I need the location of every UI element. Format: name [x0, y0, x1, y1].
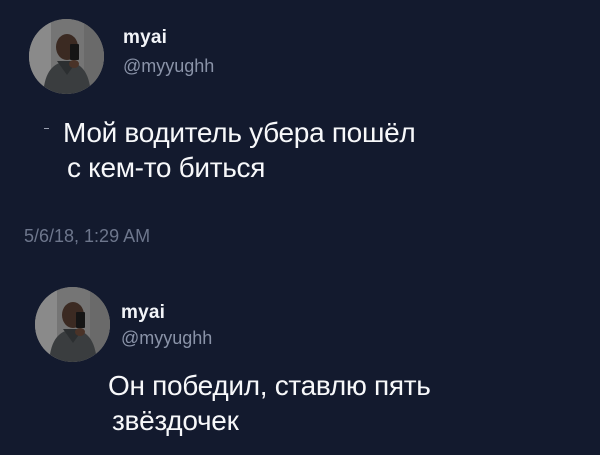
tweet-text-line: звёздочек: [112, 405, 239, 436]
display-name[interactable]: myai: [121, 302, 165, 324]
tweet-text-line: Мой водитель убера пошёл: [63, 117, 416, 148]
tweet-2: myai @myyughh Он победил, ставлю пять зв…: [0, 270, 600, 455]
avatar-photo: [35, 287, 110, 362]
text-mark: [44, 128, 49, 129]
tweet-timestamp[interactable]: 5/6/18, 1:29 AM: [24, 226, 150, 247]
tweet-text-line: с кем-то биться: [67, 152, 266, 183]
tweet-text-line: Он победил, ставлю пять: [108, 370, 431, 401]
tweet-text: Он победил, ставлю пять звёздочек: [108, 368, 508, 438]
user-handle[interactable]: @myyughh: [121, 328, 212, 349]
user-handle[interactable]: @myyughh: [123, 56, 214, 77]
avatar[interactable]: [35, 287, 110, 362]
tweet-text: Мой водитель убера пошёл с кем-то биться: [63, 115, 503, 185]
avatar[interactable]: [29, 19, 104, 94]
tweet-1: myai @myyughh Мой водитель убера пошёл с…: [0, 0, 600, 270]
display-name[interactable]: myai: [123, 27, 167, 49]
avatar-photo: [29, 19, 104, 94]
